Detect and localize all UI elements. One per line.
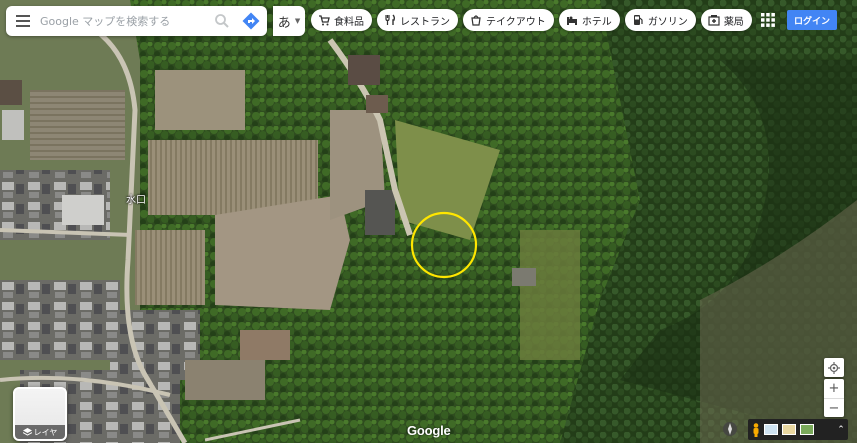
chip-takeout[interactable]: テイクアウト (463, 9, 554, 31)
gas-station-icon (632, 14, 644, 26)
map-thumbnail[interactable] (764, 424, 778, 435)
satellite-map[interactable]: 水口 (0, 0, 857, 443)
chip-label: 薬局 (723, 16, 744, 28)
my-location-icon (828, 361, 840, 374)
directions-button[interactable] (235, 6, 267, 36)
imagery-bar: ⌃ (748, 419, 848, 440)
hotel-icon (566, 14, 578, 26)
chip-hotels[interactable]: ホテル (558, 9, 620, 31)
chip-label: ホテル (581, 16, 612, 28)
zoom-in-button[interactable]: + (824, 379, 844, 398)
ime-label: あ (277, 15, 291, 31)
google-logo: Google (407, 423, 451, 438)
chip-pharmacy[interactable]: 薬局 (700, 9, 752, 31)
login-button[interactable]: ログイン (787, 10, 837, 30)
location-marker-circle (410, 211, 478, 279)
restaurant-icon (384, 14, 396, 26)
layer-label: レイヤ (15, 425, 65, 439)
chip-label: ガソリン (647, 16, 688, 28)
layer-toggle[interactable]: レイヤ (13, 387, 67, 441)
pegman-icon[interactable] (752, 422, 760, 437)
chip-label: レストラン (400, 16, 450, 28)
takeout-icon (470, 14, 482, 26)
chip-label: 食料品 (334, 16, 364, 28)
hamburger-icon (16, 15, 30, 27)
cart-icon (318, 14, 330, 26)
search-input[interactable]: Google マップを検索する (40, 13, 209, 29)
pharmacy-icon (708, 14, 720, 26)
search-button[interactable] (209, 6, 235, 36)
my-location-button[interactable] (824, 358, 844, 377)
category-chips: 食料品 レストラン テイクアウト ホテル ガソリン 薬局 (311, 9, 752, 31)
chip-restaurants[interactable]: レストラン (377, 9, 458, 31)
satellite-thumbnail[interactable] (800, 424, 814, 435)
compass-icon[interactable] (722, 421, 738, 437)
chip-groceries[interactable]: 食料品 (311, 9, 372, 31)
chip-gas[interactable]: ガソリン (624, 9, 696, 31)
directions-icon (242, 12, 260, 30)
search-icon (215, 14, 229, 28)
zoom-out-button[interactable]: − (824, 398, 844, 418)
input-method-button[interactable]: あ ▼ (273, 6, 305, 36)
layers-icon (22, 427, 32, 436)
place-label: 水口 (126, 195, 146, 206)
terrain-thumbnail[interactable] (782, 424, 796, 435)
chevron-down-icon: ▼ (294, 17, 301, 25)
search-box: Google マップを検索する (6, 6, 267, 36)
apps-grid-icon[interactable] (760, 12, 776, 28)
chip-label: テイクアウト (486, 16, 546, 28)
expand-icon[interactable]: ⌃ (834, 419, 848, 440)
menu-button[interactable] (6, 6, 40, 36)
zoom-controls: + − (824, 379, 844, 417)
